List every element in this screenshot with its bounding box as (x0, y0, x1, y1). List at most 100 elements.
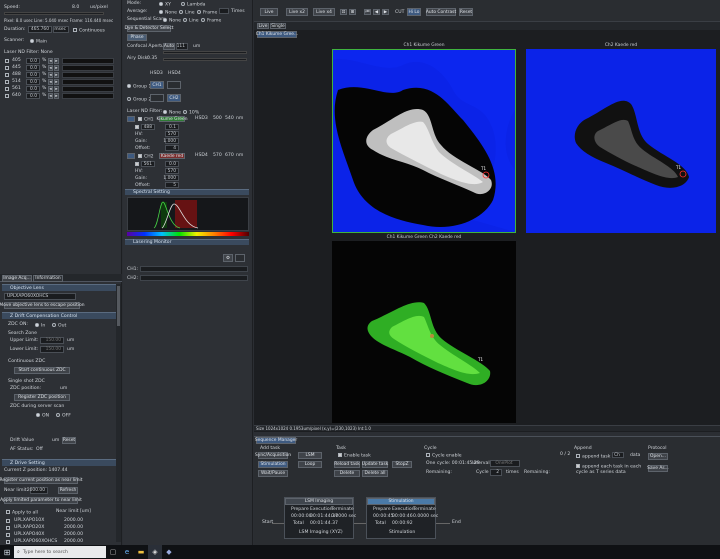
cycle-times-field[interactable]: 2 (490, 469, 502, 476)
objective-row-checkbox[interactable] (6, 519, 10, 523)
average-line-radio[interactable]: Line (179, 10, 195, 16)
average-none-radio[interactable]: None (159, 10, 177, 16)
register-near-button[interactable]: Register current position as near limit (0, 477, 82, 484)
continuous-checkbox[interactable]: Continuous (73, 28, 105, 34)
scanner-main-radio[interactable]: Main (30, 39, 47, 45)
append-each-checkbox[interactable]: append each task in each cycle as T seri… (576, 464, 648, 476)
ch1-toggle[interactable] (127, 116, 135, 122)
ch2-toggle[interactable] (127, 153, 135, 159)
pinhole-slider[interactable] (163, 51, 247, 54)
objective-limit-row[interactable]: UPLXAPO10X 2000.00 (6, 518, 112, 524)
ch1-image[interactable]: T1 (332, 49, 516, 233)
protocol-open-button[interactable]: Open... (648, 453, 668, 460)
ch2-laser-value[interactable]: 0.0 (165, 161, 179, 167)
lasering-monitor-header[interactable]: Lasering Monitor (125, 239, 249, 245)
laser-decrement[interactable]: ◂ (48, 72, 53, 78)
delete-button[interactable]: Delete (334, 470, 360, 477)
loop-button[interactable]: Loop (298, 461, 322, 468)
fit-icon[interactable]: ⊡ (340, 9, 347, 15)
ch2-image[interactable]: T1 (526, 49, 716, 233)
group2-ch2[interactable]: CH2 (167, 94, 181, 102)
stimulation-button[interactable]: Stimulation (258, 461, 288, 468)
laser-slider[interactable] (62, 86, 114, 92)
hilo-button[interactable]: Hi Lo (407, 8, 421, 16)
z-drive-header[interactable]: Z Drive Setting (2, 459, 116, 466)
laser-decrement[interactable]: ◂ (48, 58, 53, 64)
move-objective-button[interactable]: Move objective lens to escape position (0, 302, 85, 309)
merge-image[interactable]: T1 (332, 241, 516, 423)
laser-decrement[interactable]: ◂ (48, 79, 53, 85)
laser-checkbox[interactable] (5, 66, 9, 70)
zoom-icon[interactable]: ⊞ (349, 9, 356, 15)
laser-slider[interactable] (62, 72, 114, 78)
duration-unit-select[interactable]: msec (53, 26, 69, 33)
laser-value[interactable]: 0.0 (26, 86, 40, 92)
lsm-button[interactable]: LSM (298, 452, 322, 459)
start-zdc-button[interactable]: Start continuous ZDC (14, 367, 70, 374)
laser-checkbox[interactable] (5, 87, 9, 91)
zdc-server-on-radio[interactable]: ON (36, 413, 49, 419)
zdc-out-radio[interactable]: Out (52, 323, 66, 329)
laser-slider[interactable] (62, 65, 114, 71)
ch2-laser-wl[interactable]: 561 (141, 161, 155, 167)
live-x4-button[interactable]: Live x4 (313, 8, 335, 16)
zdc-header[interactable]: Z Drift Compensation Control (2, 312, 116, 319)
laser-checkbox[interactable] (5, 94, 9, 98)
refresh-button[interactable]: Refresh (58, 487, 78, 494)
sequence-manager-tab[interactable]: Sequence Manager (255, 437, 297, 444)
zdc-in-radio[interactable]: In (35, 323, 45, 329)
objective-header[interactable]: Objective Lens (2, 284, 116, 291)
register-zdc-button[interactable]: Register ZDC position (14, 394, 70, 401)
pinhole-field[interactable]: 111 (176, 43, 188, 50)
laser-decrement[interactable]: ◂ (48, 65, 53, 71)
reset-button[interactable]: Reset (459, 8, 473, 16)
duration-field[interactable]: 465.760 (28, 26, 52, 33)
reload-task-button[interactable]: Reload task (334, 461, 360, 468)
group1-empty[interactable] (167, 81, 181, 89)
seq-none-radio[interactable]: None (163, 18, 181, 24)
laser-checkbox[interactable] (5, 59, 9, 63)
objective-limit-row[interactable]: UPLXAPO40X 2000.00 (6, 532, 112, 538)
group1-radio[interactable]: Group 1 (127, 84, 151, 90)
average-frame-radio[interactable]: Frame (197, 10, 217, 16)
subtab-single[interactable]: Single (270, 23, 286, 29)
edge-icon[interactable]: e (120, 545, 134, 559)
ch2-hv-field[interactable]: 570 (165, 168, 179, 174)
ch2-gain-field[interactable]: 1.000 (163, 175, 179, 181)
laser-value[interactable]: 0.0 (26, 65, 40, 71)
laser-increment[interactable]: ▸ (54, 65, 59, 71)
ch2-offset-field[interactable]: 5 (165, 182, 179, 188)
tab-information[interactable]: Information (33, 275, 63, 282)
monitor-toggle[interactable] (235, 254, 245, 262)
group2-empty[interactable] (150, 94, 164, 102)
average-count[interactable] (219, 8, 229, 14)
laser-value[interactable]: 0.0 (26, 58, 40, 64)
laser-value[interactable]: 0.0 (26, 93, 40, 99)
objective-limit-row[interactable]: UPLXAPO20X 2000.00 (6, 525, 112, 531)
laser-decrement[interactable]: ◂ (48, 86, 53, 92)
update-task-button[interactable]: Update task (362, 461, 388, 468)
ch2-dye-select[interactable]: Kaede red (159, 153, 185, 159)
apply-limit-button[interactable]: Apply limited parameter to near limit (0, 497, 82, 504)
objective-row-checkbox[interactable] (6, 533, 10, 537)
cycle-enable-checkbox[interactable]: Cycle enable (426, 453, 462, 459)
group2-radio[interactable]: Group 2 (127, 97, 151, 103)
ch1-hv-field[interactable]: 570 (165, 131, 179, 137)
app2-icon[interactable]: ◆ (162, 545, 176, 559)
ch1-laser-wl[interactable]: 488 (141, 124, 155, 130)
mode-lambda-radio[interactable]: Lambda (181, 2, 206, 8)
drift-reset-button[interactable]: Reset (62, 437, 76, 444)
tab-image-acq[interactable]: Image Acq... (2, 275, 32, 282)
lower-limit-field[interactable]: 150.00 (40, 346, 64, 353)
phase-button[interactable]: Phase (127, 34, 147, 41)
seq-line-radio[interactable]: Line (183, 18, 199, 24)
interval-field[interactable]: OnePlot (490, 460, 520, 467)
ch2-checkbox[interactable]: CH2 (138, 154, 154, 160)
laser-value[interactable]: 0.0 (26, 72, 40, 78)
dye-detector-button[interactable]: Dye & Detector Select (125, 25, 173, 32)
live-button[interactable]: Live (260, 8, 278, 16)
near-limit-field[interactable]: 2000.00 (27, 487, 48, 494)
left-scrollbar[interactable] (116, 284, 121, 542)
apply-all-checkbox[interactable]: Apply to all (6, 510, 38, 516)
upper-limit-field[interactable]: 150.00 (40, 337, 64, 344)
